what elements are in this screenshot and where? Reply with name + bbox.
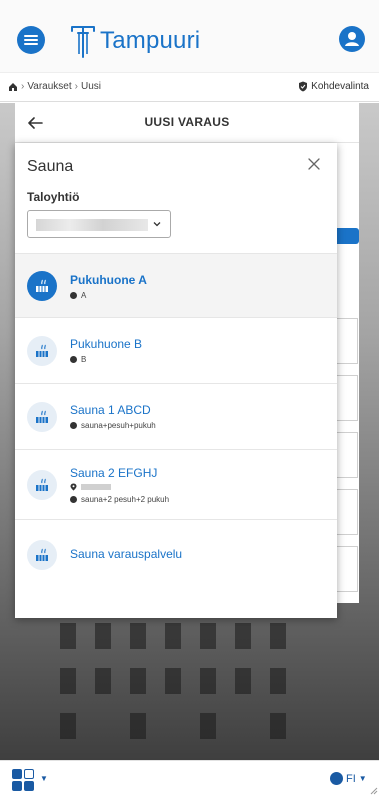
hamburger-line <box>24 43 38 45</box>
kohdevalinta-button[interactable]: Kohdevalinta <box>298 81 369 92</box>
shield-icon <box>299 81 308 92</box>
resource-list: Pukuhuone A A Pukuhuone B B Sauna 1 ABCD… <box>15 253 337 589</box>
item-name: Sauna 1 ABCD <box>70 403 151 417</box>
language-caret-down-icon: ▼ <box>358 774 367 783</box>
item-location <box>70 483 111 491</box>
bg-window <box>60 668 76 694</box>
item-info-text: B <box>81 355 87 364</box>
item-info: sauna+2 pesuh+2 pukuh <box>70 495 169 504</box>
taloyhtio-select[interactable] <box>27 210 171 238</box>
breadcrumb-item-varaukset[interactable]: Varaukset <box>27 81 71 92</box>
breadcrumb: › Varaukset › Uusi <box>8 81 101 92</box>
app-footer: ▼ FI ▼ <box>0 760 379 797</box>
sauna-icon <box>27 402 57 432</box>
bg-window <box>130 713 146 739</box>
modal-title: UUSI VARAUS <box>144 115 230 129</box>
bg-window <box>270 668 286 694</box>
chevron-down-icon <box>153 222 161 227</box>
breadcrumb-separator: › <box>21 81 25 92</box>
info-icon <box>70 292 77 299</box>
item-info-text: sauna+pesuh+pukuh <box>81 421 156 430</box>
bg-window <box>235 668 251 694</box>
hamburger-line <box>24 39 38 41</box>
breadcrumb-item-uusi: Uusi <box>80 81 101 92</box>
bg-window <box>200 713 216 739</box>
sauna-icon <box>27 336 57 366</box>
item-info: B <box>70 355 86 364</box>
info-icon <box>70 496 77 503</box>
bg-window <box>60 623 76 649</box>
sauna-selection-panel: Sauna Taloyhtiö Pukuhuone A A Pukuhuone … <box>15 143 337 618</box>
info-icon <box>70 422 77 429</box>
facebook-icon <box>12 769 22 779</box>
item-info-text: sauna+2 pesuh+2 pukuh <box>81 495 170 504</box>
info-icon <box>70 356 77 363</box>
list-item-sauna-2-efghj[interactable]: Sauna 2 EFGHJ sauna+2 pesuh+2 pukuh <box>15 449 337 519</box>
hamburger-menu-button[interactable] <box>17 26 45 54</box>
breadcrumb-separator: › <box>74 81 78 92</box>
item-name: Pukuhuone A <box>70 273 147 287</box>
tampuuri-logo-icon <box>71 26 95 58</box>
sauna-icon <box>27 540 57 570</box>
bg-window <box>95 668 111 694</box>
panel-title: Sauna <box>27 158 74 175</box>
taloyhtio-label: Taloyhtiö <box>27 190 80 204</box>
globe-icon <box>330 772 343 785</box>
social-caret-down-icon[interactable]: ▼ <box>40 774 48 783</box>
resize-handle-icon[interactable] <box>368 785 378 795</box>
social-links-button[interactable] <box>12 767 36 793</box>
app-header: Tampuuri <box>0 0 379 72</box>
breadcrumb-bar: › Varaukset › Uusi Kohdevalinta <box>0 72 379 102</box>
bg-window <box>95 623 111 649</box>
redacted-location <box>81 484 111 490</box>
bg-window <box>235 623 251 649</box>
hamburger-line <box>24 35 38 37</box>
sauna-icon <box>27 271 57 301</box>
bg-window <box>200 623 216 649</box>
list-item-pukuhuone-b[interactable]: Pukuhuone B B <box>15 317 337 383</box>
bg-window <box>130 668 146 694</box>
bg-window <box>200 668 216 694</box>
bg-window <box>60 713 76 739</box>
linkedin-icon <box>24 781 34 791</box>
item-info: sauna+pesuh+pukuh <box>70 421 156 430</box>
list-item-sauna-varauspalvelu[interactable]: Sauna varauspalvelu <box>15 519 337 589</box>
home-icon[interactable] <box>8 82 18 92</box>
bg-window <box>130 623 146 649</box>
bg-window <box>165 623 181 649</box>
redacted-select-value <box>36 219 148 231</box>
logo-title: Tampuuri <box>100 27 201 54</box>
user-icon <box>345 32 359 46</box>
item-name: Sauna 2 EFGHJ <box>70 466 158 480</box>
item-info: A <box>70 291 86 300</box>
logo[interactable]: Tampuuri <box>70 24 200 58</box>
bg-window <box>270 713 286 739</box>
youtube-icon <box>12 781 22 791</box>
user-profile-button[interactable] <box>339 26 365 52</box>
language-label: FI <box>346 772 356 785</box>
list-item-pukuhuone-a[interactable]: Pukuhuone A A <box>15 253 337 317</box>
list-item-sauna-1-abcd[interactable]: Sauna 1 ABCD sauna+pesuh+pukuh <box>15 383 337 449</box>
sauna-icon <box>27 470 57 500</box>
bg-window <box>270 623 286 649</box>
item-info-text: A <box>81 291 87 300</box>
kohdevalinta-label: Kohdevalinta <box>311 81 369 92</box>
close-icon[interactable] <box>307 157 321 171</box>
item-name: Sauna varauspalvelu <box>70 547 183 561</box>
bg-window <box>165 668 181 694</box>
instagram-icon <box>24 769 34 779</box>
language-selector[interactable]: FI ▼ <box>330 772 367 785</box>
item-name: Pukuhuone B <box>70 337 143 351</box>
pin-icon <box>70 483 77 491</box>
modal-header: UUSI VARAUS <box>15 103 359 143</box>
